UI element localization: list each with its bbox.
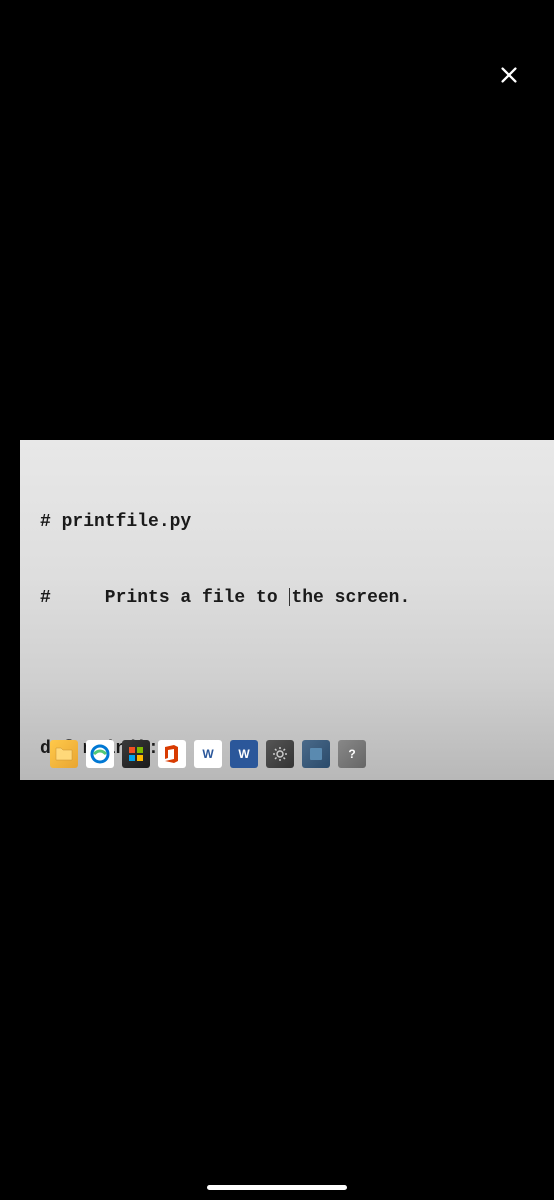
close-icon xyxy=(498,64,520,86)
office-icon[interactable] xyxy=(158,740,186,768)
home-indicator[interactable] xyxy=(207,1185,347,1190)
code-line-comment: # printfile.py xyxy=(40,510,554,535)
app-icon[interactable] xyxy=(302,740,330,768)
word-outline-icon[interactable]: W xyxy=(194,740,222,768)
code-block: # printfile.py # Prints a file to the sc… xyxy=(40,460,554,780)
unknown-app-icon[interactable]: ? xyxy=(338,740,366,768)
image-viewer-content: # printfile.py # Prints a file to the sc… xyxy=(20,440,554,780)
close-button[interactable] xyxy=(494,60,524,90)
word-icon[interactable]: W xyxy=(230,740,258,768)
windows-taskbar: W W ? xyxy=(50,740,366,768)
file-explorer-icon[interactable] xyxy=(50,740,78,768)
edge-browser-icon[interactable] xyxy=(86,740,114,768)
code-line-comment: # Prints a file to the screen. xyxy=(40,586,554,611)
microsoft-store-icon[interactable] xyxy=(122,740,150,768)
settings-icon[interactable] xyxy=(266,740,294,768)
